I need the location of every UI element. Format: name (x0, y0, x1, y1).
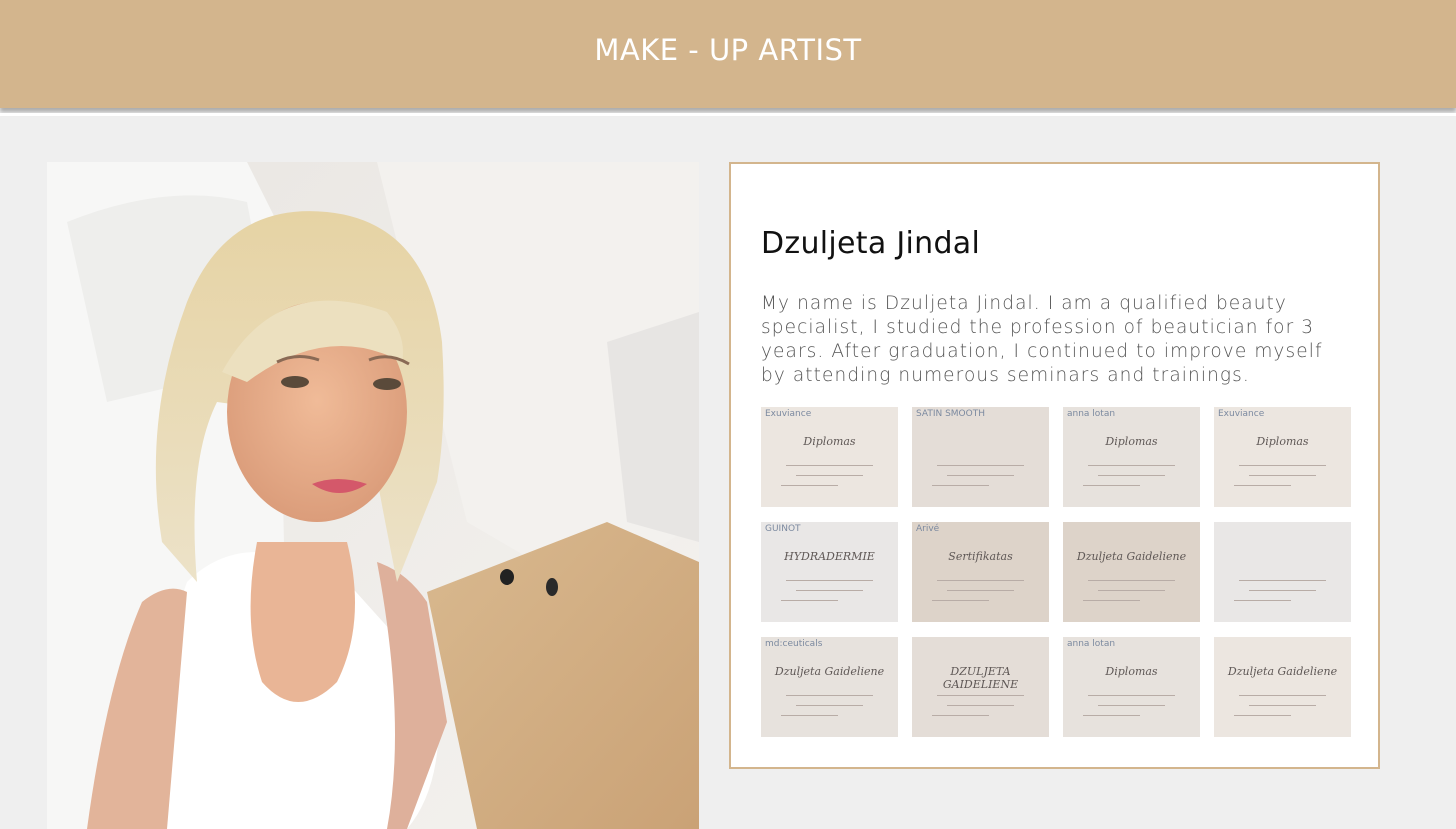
site-header: MAKE - UP ARTIST (0, 0, 1456, 108)
certificate-headline: Diplomas (1105, 435, 1158, 448)
certificate-thumbnail[interactable]: Dzuljeta Gaideliene (1214, 637, 1351, 737)
certificate-brand: anna lotan (1067, 639, 1116, 649)
certificate-brand: anna lotan (1067, 409, 1116, 419)
certificate-brand: md:ceuticals (765, 639, 823, 649)
certificate-thumbnail[interactable]: anna lotan Diplomas (1063, 637, 1200, 737)
certificate-thumbnail[interactable] (1214, 522, 1351, 622)
certificate-headline: Dzuljeta Gaideliene (1076, 550, 1187, 563)
certificate-thumbnail[interactable]: Exuviance Diplomas (761, 407, 898, 507)
artist-name: Dzuljeta Jindal (761, 226, 981, 261)
profile-photo (47, 162, 699, 829)
certificate-thumbnail[interactable]: SATIN SMOOTH (912, 407, 1049, 507)
certificate-thumbnail[interactable]: DZULJETA GAIDELIENE (912, 637, 1049, 737)
certificate-headline: Dzuljeta Gaideliene (1227, 665, 1338, 678)
certificate-brand: Exuviance (765, 409, 812, 419)
certificate-headline: DZULJETA GAIDELIENE (942, 665, 1019, 691)
certificate-brand: Arivé (916, 524, 940, 534)
certificate-gallery: Exuviance Diplomas SATIN SMOOTH anna lot… (761, 407, 1351, 737)
certificate-brand: GUINOT (765, 524, 801, 534)
profile-card: Dzuljeta Jindal My name is Dzuljeta Jind… (729, 162, 1380, 769)
certificate-headline: Dzuljeta Gaideliene (774, 665, 885, 678)
certificate-thumbnail[interactable]: anna lotan Diplomas (1063, 407, 1200, 507)
certificate-thumbnail[interactable]: GUINOT HYDRADERMIE (761, 522, 898, 622)
certificate-thumbnail[interactable]: Dzuljeta Gaideliene (1063, 522, 1200, 622)
certificate-headline: Diplomas (1105, 665, 1158, 678)
certificate-thumbnail[interactable]: Arivé Sertifikatas (912, 522, 1049, 622)
site-title: MAKE - UP ARTIST (594, 33, 862, 67)
certificate-brand: SATIN SMOOTH (916, 409, 985, 419)
certificate-headline: Diplomas (803, 435, 856, 448)
certificate-headline: Diplomas (1256, 435, 1309, 448)
artist-bio: My name is Dzuljeta Jindal. I am a quali… (761, 293, 1323, 386)
certificate-brand: Exuviance (1218, 409, 1265, 419)
header-divider (0, 113, 1456, 116)
certificate-thumbnail[interactable]: Exuviance Diplomas (1214, 407, 1351, 507)
certificate-thumbnail[interactable]: md:ceuticals Dzuljeta Gaideliene (761, 637, 898, 737)
certificate-headline: Sertifikatas (948, 550, 1013, 563)
certificate-headline: HYDRADERMIE (784, 550, 875, 563)
